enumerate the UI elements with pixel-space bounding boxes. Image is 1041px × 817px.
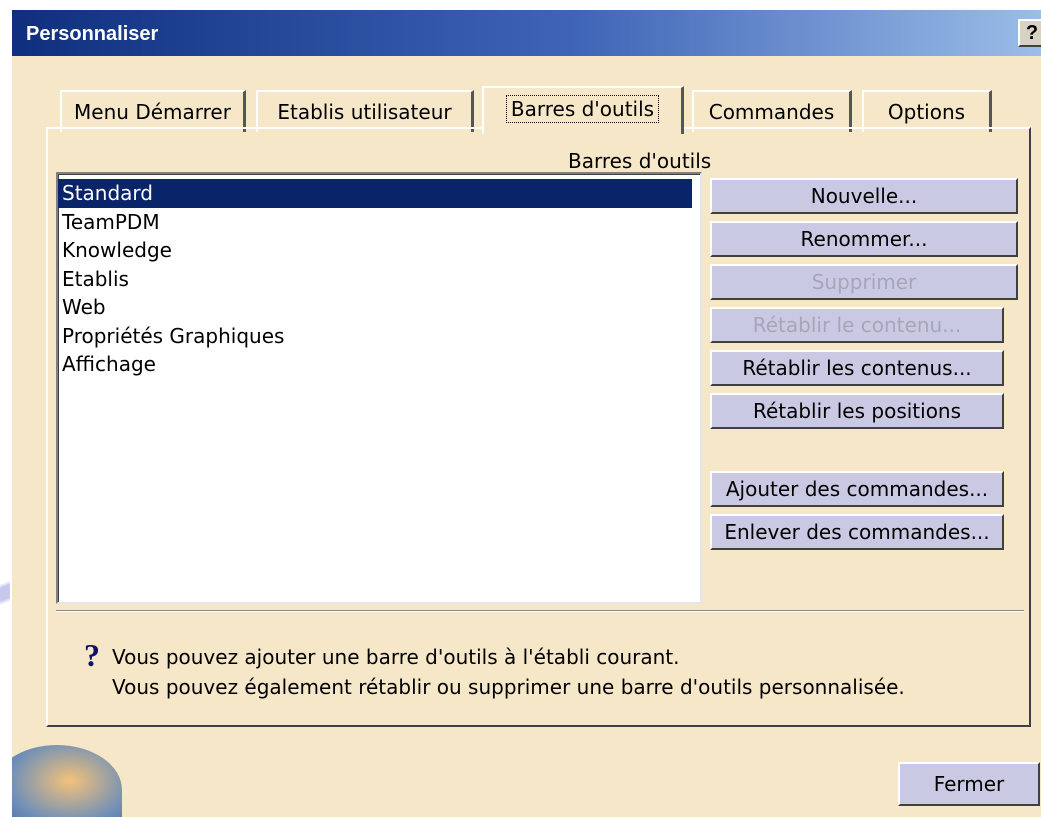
rename-button[interactable]: Renommer... bbox=[710, 221, 1018, 257]
toolbars-panel: Barres d'outils Standard TeamPDM Knowled… bbox=[46, 127, 1031, 727]
help-button[interactable]: ? bbox=[1018, 19, 1041, 47]
tab-label: Etablis utilisateur bbox=[277, 100, 452, 124]
tab-etablis-utilisateur[interactable]: Etablis utilisateur bbox=[256, 90, 474, 132]
help-text-line1: Vous pouvez ajouter une barre d'outils à… bbox=[112, 645, 680, 669]
tab-label: Commandes bbox=[708, 100, 835, 124]
close-button[interactable]: Fermer bbox=[898, 762, 1040, 806]
tab-barres-outils[interactable]: Barres d'outils bbox=[482, 86, 684, 134]
list-item[interactable]: Propriétés Graphiques bbox=[58, 322, 700, 351]
tab-commandes[interactable]: Commandes bbox=[692, 90, 852, 132]
restore-positions-button[interactable]: Rétablir les positions bbox=[710, 393, 1004, 429]
list-item[interactable]: Web bbox=[58, 293, 700, 322]
new-button[interactable]: Nouvelle... bbox=[710, 178, 1018, 214]
window-title: Personnaliser bbox=[26, 23, 159, 45]
list-item[interactable]: Standard bbox=[58, 179, 692, 208]
toolbar-listbox[interactable]: Standard TeamPDM Knowledge Etablis Web P… bbox=[56, 172, 702, 604]
help-text-line2: Vous pouvez également rétablir ou suppri… bbox=[112, 675, 905, 699]
customize-dialog: Personnaliser ? X Menu Démarrer Etablis … bbox=[10, 8, 1041, 817]
remove-commands-button[interactable]: Enlever des commandes... bbox=[710, 514, 1004, 550]
delete-button[interactable]: Supprimer bbox=[710, 264, 1018, 300]
list-item[interactable]: TeamPDM bbox=[58, 208, 700, 237]
tab-menu-demarrer[interactable]: Menu Démarrer bbox=[60, 90, 246, 132]
tab-label: Menu Démarrer bbox=[74, 100, 231, 124]
restore-contents-button[interactable]: Rétablir les contenus... bbox=[710, 350, 1004, 386]
question-mark-icon: ? bbox=[84, 637, 100, 673]
tab-label: Barres d'outils bbox=[505, 95, 660, 123]
logo-swoosh bbox=[12, 745, 122, 817]
tab-options[interactable]: Options bbox=[862, 90, 992, 132]
add-commands-button[interactable]: Ajouter des commandes... bbox=[710, 471, 1004, 507]
list-item[interactable]: Etablis bbox=[58, 265, 700, 294]
list-item[interactable]: Affichage bbox=[58, 350, 700, 379]
tab-label: Options bbox=[887, 100, 966, 124]
divider bbox=[56, 610, 1024, 612]
restore-content-button[interactable]: Rétablir le contenu... bbox=[710, 307, 1004, 343]
group-label: Barres d'outils bbox=[568, 149, 712, 173]
list-item[interactable]: Knowledge bbox=[58, 236, 700, 265]
title-bar[interactable]: Personnaliser ? X bbox=[12, 10, 1041, 56]
